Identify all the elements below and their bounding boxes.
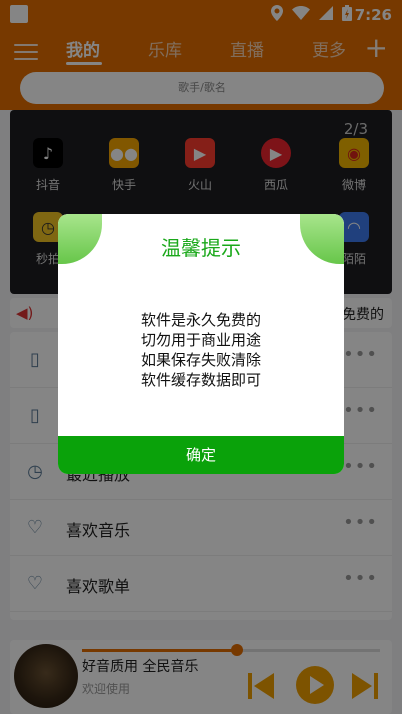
dialog-title: 温馨提示 (161, 236, 241, 260)
confirm-button[interactable]: 确定 (58, 436, 344, 474)
dialog-message: 软件是永久免费的 切勿用于商业用途 如果保存失败清除 软件缓存数据即可 (140, 311, 261, 389)
notice-dialog: 温馨提示 软件是永久免费的 切勿用于商业用途 如果保存失败清除 软件缓存数据即可… (58, 214, 344, 474)
